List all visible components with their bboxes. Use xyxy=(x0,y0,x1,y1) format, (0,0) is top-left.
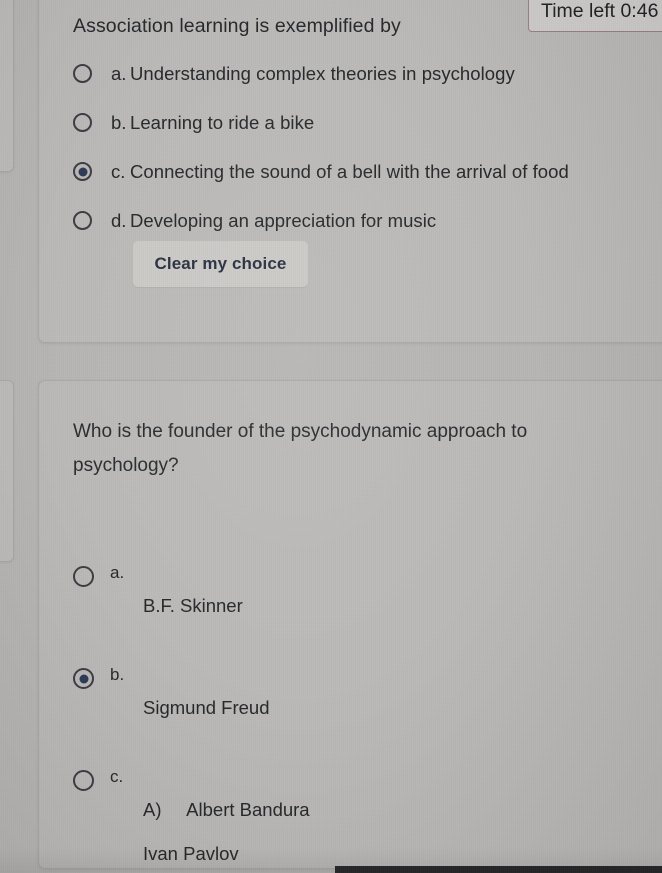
question-1-option-c[interactable]: c. Connecting the sound of a bell with t… xyxy=(73,147,662,196)
question-2-option-a[interactable]: a. B.F. Skinner xyxy=(73,563,662,668)
time-left-badge: Time left 0:46 xyxy=(528,0,662,32)
question-1-stem: Association learning is exemplified by xyxy=(73,15,401,37)
question-2-option-b[interactable]: b. Sigmund Freud xyxy=(73,665,662,770)
left-page-sliver-top xyxy=(0,0,14,172)
radio-icon-q1-b[interactable] xyxy=(73,113,92,132)
option-label: B.F. Skinner xyxy=(143,595,243,616)
radio-icon-q2-a[interactable] xyxy=(73,566,94,587)
option-label: Learning to ride a bike xyxy=(130,111,315,133)
option-letter: b. xyxy=(111,111,127,133)
option-letter: d. xyxy=(111,209,127,231)
question-1-option-a[interactable]: a. Understanding complex theories in psy… xyxy=(73,49,662,98)
radio-icon-q2-c[interactable] xyxy=(73,770,94,791)
radio-icon-q1-d[interactable] xyxy=(73,211,92,230)
question-1-option-d[interactable]: d. Developing an appreciation for music xyxy=(73,196,662,245)
option-label: Understanding complex theories in psycho… xyxy=(130,62,515,84)
question-1-option-b[interactable]: b. Learning to ride a bike xyxy=(73,98,662,147)
left-page-sliver-bottom xyxy=(0,380,14,562)
option-letter: c. xyxy=(111,160,126,182)
option-letter: c. xyxy=(110,767,124,786)
option-label: A) Albert Bandura Ivan Pavlov xyxy=(143,799,310,864)
clear-my-choice-button[interactable]: Clear my choice xyxy=(133,241,308,287)
option-letter: a. xyxy=(111,62,127,84)
question-card-1: Association learning is exemplified by a… xyxy=(38,0,662,343)
question-1-options: a. Understanding complex theories in psy… xyxy=(73,49,662,245)
radio-icon-q1-a[interactable] xyxy=(73,64,92,83)
quiz-screen: Association learning is exemplified by a… xyxy=(0,0,662,873)
option-label: Sigmund Freud xyxy=(143,697,270,718)
option-letter: a. xyxy=(110,563,125,582)
option-label: Developing an appreciation for music xyxy=(130,209,437,231)
radio-icon-q2-b-selected[interactable] xyxy=(73,668,94,689)
time-left-label: Time left 0:46 xyxy=(541,0,659,22)
question-2-options: a. B.F. Skinner b. Sigmund Freud c. A) A… xyxy=(73,563,662,872)
question-2-stem: Who is the founder of the psychodynamic … xyxy=(73,421,528,476)
question-2-option-c[interactable]: c. A) Albert Bandura Ivan Pavlov xyxy=(73,767,662,872)
option-label: Connecting the sound of a bell with the … xyxy=(130,160,569,182)
option-letter: b. xyxy=(110,665,125,684)
question-card-2: Who is the founder of the psychodynamic … xyxy=(38,380,662,869)
radio-icon-q1-c-selected[interactable] xyxy=(73,162,92,181)
screen-bottom-bezel xyxy=(335,866,662,873)
